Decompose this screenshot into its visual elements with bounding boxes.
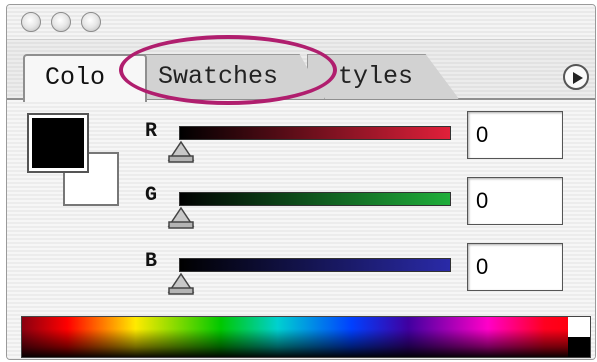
panel-menu-button[interactable] — [563, 64, 589, 90]
white-swatch[interactable] — [568, 317, 590, 337]
channel-r-value-field[interactable]: 0 — [467, 111, 563, 159]
tab-color-label: Colo — [45, 63, 106, 92]
close-button[interactable] — [21, 12, 41, 32]
channel-r-slider-thumb[interactable] — [167, 140, 195, 164]
channel-b-slider[interactable] — [179, 258, 451, 272]
black-swatch[interactable] — [568, 337, 590, 357]
zoom-button[interactable] — [81, 12, 101, 32]
channel-b-value-field[interactable]: 0 — [467, 243, 563, 291]
channel-g-value-field[interactable]: 0 — [467, 177, 563, 225]
minimize-button[interactable] — [51, 12, 71, 32]
channel-g-slider[interactable] — [179, 192, 451, 206]
panel-titlebar — [7, 5, 595, 40]
channel-b-label: B — [145, 250, 158, 273]
play-arrow-icon — [573, 72, 583, 84]
foreground-color-swatch[interactable] — [27, 113, 89, 173]
channel-b-slider-thumb[interactable] — [167, 272, 195, 296]
channel-g-slider-thumb[interactable] — [167, 206, 195, 230]
color-spectrum-ramp[interactable] — [21, 316, 591, 358]
tab-styles-label: tyles — [338, 62, 414, 91]
color-panel: tyles Swatches Colo R 0 G 0 B 0 — [6, 4, 596, 360]
black-white-swatch[interactable] — [568, 317, 590, 357]
channel-r-label: R — [145, 120, 158, 143]
channel-g-label: G — [145, 184, 158, 207]
panel-body: R 0 G 0 B 0 — [7, 100, 595, 359]
channel-r-slider[interactable] — [179, 126, 451, 140]
swatches-tab-highlight-oval — [119, 35, 337, 105]
